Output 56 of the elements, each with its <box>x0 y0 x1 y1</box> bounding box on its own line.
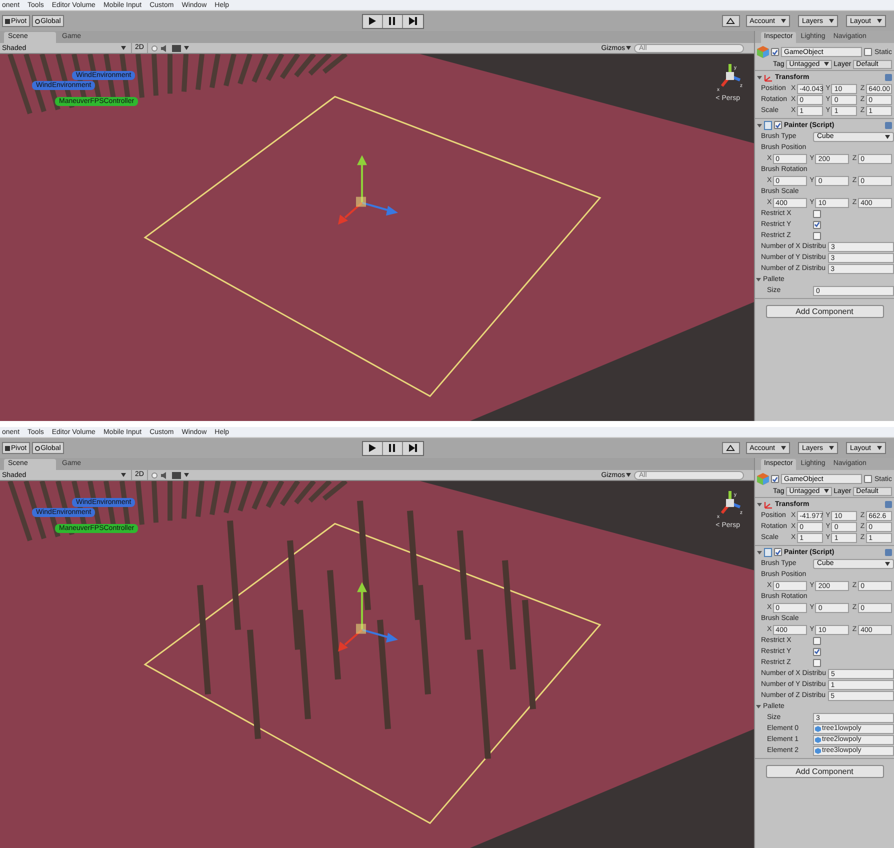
move-gizmo-icon[interactable] <box>338 155 398 225</box>
foldout-arrow-icon[interactable] <box>757 550 762 554</box>
caret-icon <box>885 562 890 566</box>
caret-icon <box>877 19 882 23</box>
cloud-button[interactable] <box>722 442 740 454</box>
caret-icon <box>828 446 834 450</box>
caret-icon <box>626 473 631 477</box>
play-icon <box>368 444 376 452</box>
light-icon[interactable] <box>150 472 158 478</box>
globe-icon <box>34 18 40 24</box>
step-icon <box>408 17 417 25</box>
caret-icon <box>121 473 126 477</box>
caret-icon <box>824 62 829 66</box>
play-icon <box>368 17 376 25</box>
foldout-arrow-icon[interactable] <box>756 704 761 709</box>
script-icon <box>764 548 772 556</box>
caret-icon <box>780 19 786 23</box>
step-icon <box>408 444 417 452</box>
checkbox[interactable] <box>813 636 821 644</box>
caret-icon <box>885 134 890 138</box>
light-icon[interactable] <box>150 44 158 52</box>
pause-icon <box>389 444 396 452</box>
checkbox[interactable] <box>864 475 872 483</box>
foldout-arrow-icon[interactable] <box>757 74 762 80</box>
cube-icon <box>757 473 769 485</box>
checkbox[interactable] <box>813 658 821 666</box>
axes-icon <box>764 72 773 82</box>
caret-icon <box>828 19 834 23</box>
caret-icon <box>626 46 631 50</box>
script-icon <box>764 120 772 130</box>
checkbox[interactable] <box>813 648 821 656</box>
foldout-arrow-icon[interactable] <box>757 502 762 506</box>
checkbox[interactable] <box>864 48 872 56</box>
foldout-arrow-icon[interactable] <box>756 277 761 282</box>
checkbox[interactable] <box>813 220 821 228</box>
checkbox[interactable] <box>774 548 782 556</box>
move-gizmo-icon[interactable] <box>338 582 398 652</box>
axes-icon <box>764 500 773 508</box>
add-component-button[interactable]: Add Component <box>766 305 884 318</box>
globe-icon <box>34 446 40 450</box>
caret-icon <box>184 473 189 477</box>
checkbox[interactable] <box>813 210 821 218</box>
caret-icon <box>184 46 189 50</box>
caret-icon <box>780 446 786 450</box>
caret-icon <box>877 446 882 450</box>
pause-icon <box>389 17 396 25</box>
checkbox[interactable] <box>813 232 821 240</box>
caret-icon <box>824 489 829 493</box>
checkbox[interactable] <box>774 121 782 129</box>
checkbox[interactable] <box>771 475 779 483</box>
cube-icon <box>757 46 769 58</box>
add-component-button[interactable]: Add Component <box>766 765 884 778</box>
cloud-button[interactable] <box>722 15 740 27</box>
foldout-arrow-icon[interactable] <box>757 122 762 128</box>
checkbox[interactable] <box>771 48 779 56</box>
caret-icon <box>121 46 126 50</box>
